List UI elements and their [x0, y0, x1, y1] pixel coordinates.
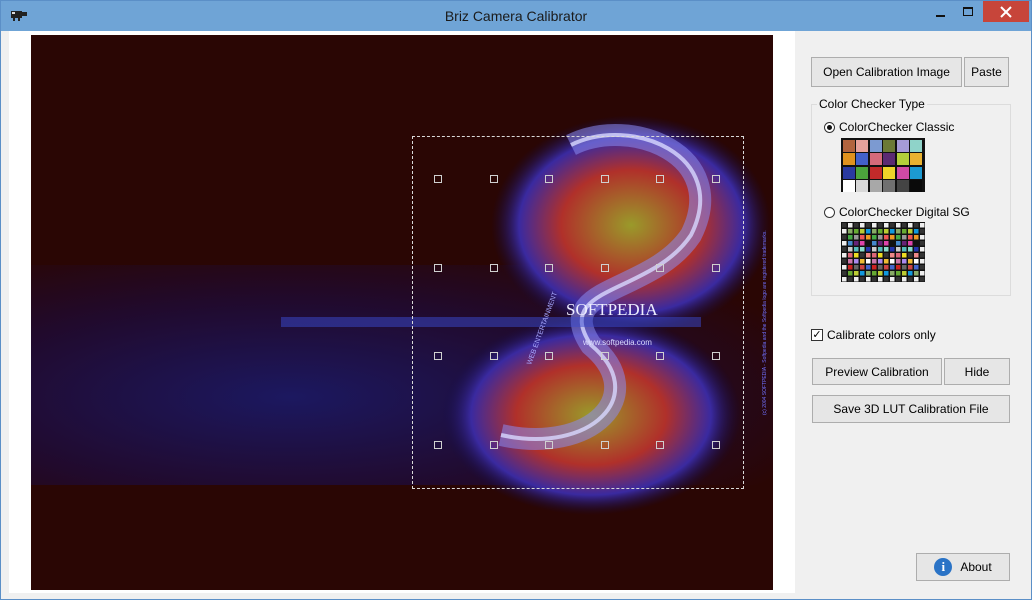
open-calibration-image-button[interactable]: Open Calibration Image — [811, 57, 962, 87]
calibration-marker[interactable] — [490, 175, 498, 183]
about-label: About — [960, 560, 992, 574]
about-button[interactable]: i About — [916, 553, 1010, 581]
color-patch — [910, 153, 922, 165]
calibration-marker[interactable] — [545, 352, 553, 360]
color-patch — [842, 180, 855, 192]
calibration-marker[interactable] — [601, 175, 609, 183]
minimize-icon — [936, 15, 945, 17]
color-patch — [869, 180, 882, 192]
calibration-marker[interactable] — [490, 352, 498, 360]
close-button[interactable] — [983, 1, 1029, 22]
calibration-marker[interactable] — [545, 175, 553, 183]
calibration-marker[interactable] — [434, 441, 442, 449]
calibrate-colors-only-checkbox[interactable]: ✓ — [811, 329, 823, 341]
color-patch — [910, 139, 922, 152]
calibration-marker[interactable] — [712, 175, 720, 183]
control-panel: Open Calibration Image Paste Color Check… — [795, 31, 1023, 593]
calibrate-colors-only-label[interactable]: Calibrate colors only — [827, 328, 936, 342]
color-patch — [856, 180, 868, 192]
title-bar[interactable]: Briz Camera Calibrator — [1, 1, 1031, 31]
calibration-marker[interactable] — [490, 264, 498, 272]
color-patch — [896, 166, 909, 179]
image-panel: SOFTPEDIA www.softpedia.com WEB ENTERTAI… — [9, 31, 795, 593]
calibration-marker[interactable] — [656, 441, 664, 449]
color-patch — [896, 139, 909, 152]
calibration-marker[interactable] — [712, 441, 720, 449]
color-patch — [883, 153, 895, 165]
color-patch — [856, 153, 868, 165]
colorchecker-digital-sg-radio[interactable] — [824, 207, 835, 218]
hide-button[interactable]: Hide — [944, 358, 1010, 385]
colorchecker-digital-sg-label[interactable]: ColorChecker Digital SG — [839, 205, 970, 219]
color-patch — [856, 139, 868, 152]
calibration-marker[interactable] — [601, 352, 609, 360]
color-patch — [883, 139, 895, 152]
calibration-marker[interactable] — [656, 175, 664, 183]
calibration-marker[interactable] — [601, 264, 609, 272]
calibration-marker[interactable] — [490, 441, 498, 449]
color-patch — [856, 166, 868, 179]
calibration-marker[interactable] — [712, 352, 720, 360]
calibration-marker[interactable] — [656, 264, 664, 272]
calibration-marker[interactable] — [656, 352, 664, 360]
calibration-marker[interactable] — [545, 264, 553, 272]
color-patch — [842, 139, 855, 152]
window-title: Briz Camera Calibrator — [444, 8, 588, 24]
info-icon: i — [934, 558, 953, 576]
calibration-marker[interactable] — [434, 352, 442, 360]
calibration-marker[interactable] — [712, 264, 720, 272]
color-patch — [842, 166, 855, 179]
color-patch — [869, 153, 882, 165]
trademark-text: (c) 2004 SOFTPEDIA - Softpedia and the S… — [762, 230, 768, 415]
calibration-marker[interactable] — [434, 175, 442, 183]
color-patch — [896, 180, 909, 192]
client-area: SOFTPEDIA www.softpedia.com WEB ENTERTAI… — [9, 31, 1023, 593]
colorchecker-classic-radio[interactable] — [824, 122, 835, 133]
paste-button[interactable]: Paste — [964, 57, 1009, 87]
preview-calibration-button[interactable]: Preview Calibration — [812, 358, 942, 385]
color-checker-type-title: Color Checker Type — [817, 97, 927, 111]
color-patch — [883, 166, 895, 179]
save-3d-lut-button[interactable]: Save 3D LUT Calibration File — [812, 395, 1010, 423]
color-patch — [869, 139, 882, 152]
color-patch — [910, 180, 922, 192]
colorchecker-digital-sg-swatch — [841, 222, 925, 282]
color-patch — [869, 166, 882, 179]
color-patch — [910, 166, 922, 179]
selection-rectangle[interactable] — [412, 136, 744, 489]
minimize-button[interactable] — [926, 1, 956, 23]
calibration-marker[interactable] — [434, 264, 442, 272]
color-patch — [842, 153, 855, 165]
close-icon — [1000, 5, 1012, 18]
calibration-marker[interactable] — [601, 441, 609, 449]
maximize-icon — [963, 7, 973, 16]
colorchecker-classic-label[interactable]: ColorChecker Classic — [839, 120, 954, 134]
main-window: Briz Camera Calibrator SOFTPEDIA www.sof… — [0, 0, 1032, 600]
calibration-image[interactable]: SOFTPEDIA www.softpedia.com WEB ENTERTAI… — [31, 35, 773, 590]
color-patch — [896, 153, 909, 165]
color-patch — [883, 180, 895, 192]
colorchecker-classic-swatch — [841, 138, 925, 192]
maximize-button[interactable] — [953, 1, 983, 23]
calibration-marker[interactable] — [545, 441, 553, 449]
